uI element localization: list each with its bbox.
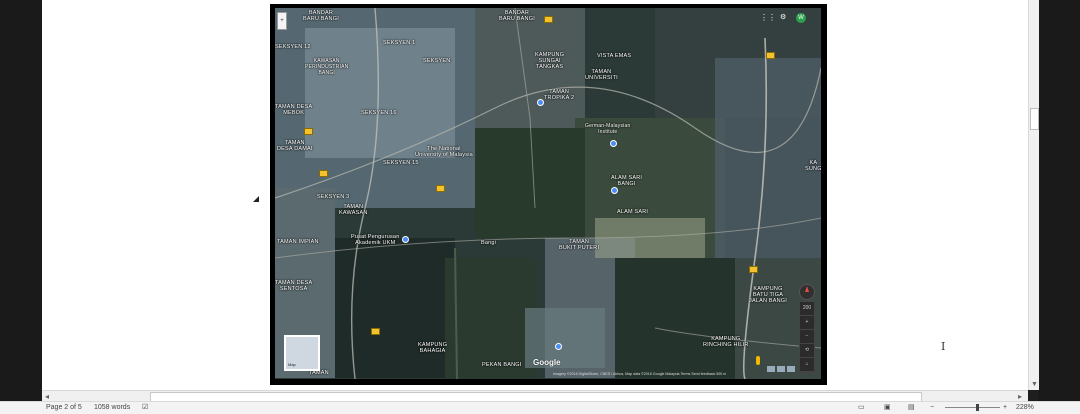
map-label-seksyen-15: SEKSYEN 15 [383,160,419,166]
place-pin-icon[interactable] [555,343,562,350]
place-pin-icon[interactable] [610,140,617,147]
zoom-in-button[interactable]: + [800,316,814,330]
map-label-bandar-baru-bangi-1: BANDAR BARU BANGI [303,10,339,22]
compass-icon[interactable] [799,284,815,300]
map-type-thumbnail[interactable]: Map [284,335,320,371]
map-label-taman-tropika-2: TAMAN TROPIKA 2 [544,89,575,101]
map-label-kampung-bahagia: KAMPUNG BAHAGIA [418,342,448,354]
vertical-scrollbar[interactable]: ▼ [1028,0,1039,390]
zoom-in-icon[interactable]: + [1003,402,1007,414]
rotate-button[interactable]: ⟲ [800,344,814,358]
map-label-taman-bukit-puteri: TAMAN BUKIT PUTERI [559,239,600,251]
map-label-perindustrian: KAWASAN PERINDUSTRIAN BANGI [305,58,349,76]
map-image[interactable]: + ⋮⋮ ⚙ W BANDAR BARU BANGI BANDAR BARU BAN… [275,8,821,379]
map-label-taman-impian: TAMAN IMPIAN [277,239,319,245]
print-layout-icon[interactable]: ▣ [884,402,891,414]
map-label-ukm: The National University of Malaysia [415,146,473,158]
road-shield-icon [304,128,313,135]
zoom-slider-handle[interactable] [976,404,979,411]
map-label-kampung-sungai-tangkas: KAMPUNG SUNGAI TANGKAS [535,52,565,70]
map-label-taman-desa-sentosa: TAMAN DESA SENTOSA [275,280,313,292]
status-bar: Page 2 of 5 1058 words ☑ ▭ ▣ ▤ − + 228% [0,401,1080,414]
map-label-kampung-rinching-hilir: KAMPUNG RINCHING HILIR [703,336,749,348]
left-background [0,0,42,401]
map-label-taman-desa-damai: TAMAN DESA DAMAI [277,140,313,152]
map-label-pekan-bangi: PEKAN BANGI [482,362,522,368]
tilt-button[interactable]: 200 [800,302,814,316]
map-label-bangi: Bangi [481,240,497,246]
read-mode-icon[interactable]: ▭ [858,402,865,414]
vertical-scroll-thumb[interactable] [1030,108,1039,130]
map-label-alam-sari: ALAM SARI [617,209,649,215]
zoom-slider[interactable] [945,407,1000,408]
map-label-seksyen-1: SEKSYEN 1 [383,40,416,46]
anchor-icon [253,196,259,202]
proofing-icon[interactable]: ☑ [142,402,148,414]
right-background [1038,0,1080,401]
map-label-taman-universiti: TAMAN UNIVERSITI [585,69,618,81]
google-logo: Google [533,358,561,367]
road-shield-icon [766,52,775,59]
map-type-label: Map [288,362,296,367]
scroll-down-arrow-icon[interactable]: ▼ [1031,381,1038,388]
map-label-bandar-baru-bangi-2: BANDAR BARU BANGI [499,10,535,22]
map-label-seksyen-12: SEKSYEN 12 [275,44,311,50]
map-label-alam-sari-bangi: ALAM SARI BANGI [611,175,643,187]
page-count[interactable]: Page 2 of 5 [46,402,82,414]
word-count[interactable]: 1058 words [94,402,130,414]
gear-icon[interactable]: ⚙ [780,14,788,22]
road-shield-icon [436,185,445,192]
zoom-out-icon[interactable]: − [930,402,934,414]
road-shield-icon [319,170,328,177]
map-label-seksyen: SEKSYEN [423,58,451,64]
map-label-german-malaysian: German-Malaysian Institute [585,123,631,135]
map-fullscreen-button[interactable]: + [277,12,287,30]
map-label-kampung-batu-tiga: KAMPUNG BATU TIGA JALAN BANGI [749,286,787,304]
zoom-out-button[interactable]: − [800,330,814,344]
road-shield-icon [749,266,758,273]
map-label-seksyen-16: SEKSYEN 16 [361,110,397,116]
place-pin-icon[interactable] [611,187,618,194]
map-label-seksyen-3: SEKSYEN 3 [317,194,350,200]
apps-grid-icon[interactable]: ⋮⋮ [760,14,776,22]
road-shield-icon [371,328,380,335]
map-label-vista-emas: VISTA EMAS [597,53,632,59]
map-label-taman-kawasan: TAMAN KAWASAN [339,204,368,216]
pegman-button[interactable]: ⌂ [800,358,814,372]
web-layout-icon[interactable]: ▤ [908,402,915,414]
zoom-controls[interactable]: 200 + − ⟲ ⌂ [799,301,815,373]
zoom-level[interactable]: 228% [1016,402,1034,414]
map-label-kampung-sung: KA SUNG [805,160,821,172]
road-shield-icon [544,16,553,23]
layer-thumbnails[interactable] [767,359,797,372]
text-cursor-icon: I [941,340,946,353]
pegman-icon[interactable] [756,356,760,365]
map-label-taman-desa-mebok: TAMAN DESA MEBOK [275,104,313,116]
account-avatar[interactable]: W [796,13,806,23]
place-pin-icon[interactable] [402,236,409,243]
map-label-pusat-pengurusan: Pusat Pengurusan Akademik UKM [351,234,400,246]
map-attribution: Imagery ©2018 DigitalGlobe, CNES / Airbu… [553,372,727,376]
place-pin-icon[interactable] [537,99,544,106]
